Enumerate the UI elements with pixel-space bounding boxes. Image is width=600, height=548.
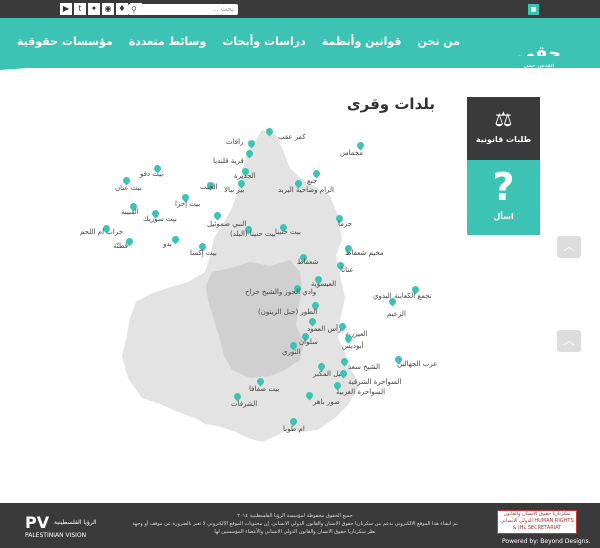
map-pin-icon[interactable] [387, 296, 398, 307]
map-location-label[interactable]: تجمع الكعابنة البدوي [373, 292, 432, 300]
map-location-label[interactable]: النبي صموئيل [207, 220, 246, 228]
nav-menu: من نحن قوانين وأنظمة دراسات وأبحاث وسائط… [17, 35, 460, 48]
jerusalem-map [122, 130, 360, 442]
map-location-label[interactable]: بيت حنينا [275, 228, 301, 236]
nav-item-laws[interactable]: قوانين وأنظمة [322, 35, 402, 48]
map-location-label[interactable]: بدو [163, 240, 172, 248]
map-location-label[interactable]: مخيم شعفاط [345, 249, 384, 257]
map-location-label[interactable]: الثوري [282, 348, 301, 356]
question-icon: ? [492, 165, 515, 209]
map-location-label[interactable]: الرام وضاحية البريد [278, 186, 334, 194]
map-location-label[interactable]: بيت دقو [140, 170, 163, 178]
map-location-label[interactable]: الطور (جبل الزيتون) [258, 308, 317, 316]
map-location-label[interactable]: السواحرة الغربية [336, 388, 385, 396]
map-location-label[interactable]: حزما [338, 220, 352, 228]
map-location-label[interactable]: رأس العمود [307, 325, 341, 333]
map-location-label[interactable]: القبيبة [121, 208, 139, 216]
map-location-label[interactable]: عناتا [341, 266, 354, 274]
rss-icon[interactable]: ◉ [102, 3, 114, 15]
powered-by[interactable]: Powered by: Beyond Designs. [502, 538, 591, 545]
map-location-label[interactable]: بيت إكسا [190, 249, 217, 257]
map-pin-icon[interactable] [244, 148, 255, 159]
map-location-label[interactable]: قطنّة [113, 242, 128, 250]
map-pin-icon[interactable] [339, 356, 350, 367]
map-pin-icon[interactable] [264, 126, 275, 137]
bookmark-icon[interactable]: ♦ [116, 3, 128, 15]
nav-wave [0, 56, 600, 70]
map-location-label[interactable]: الشرفات [231, 400, 257, 408]
map-pin-icon[interactable] [338, 368, 349, 379]
ask-button[interactable]: ? اسأل [467, 160, 540, 235]
ask-label: اسأل [493, 212, 514, 221]
map-location-label[interactable]: بيت حنينا (البلد) [230, 230, 276, 238]
map-location-label[interactable]: قرية قلنديا [213, 157, 244, 165]
map-location-label[interactable]: الجيب [200, 183, 218, 191]
map-pin-icon[interactable] [170, 234, 181, 245]
page-title: بلدات وقرى [346, 95, 435, 113]
palestinian-vision-logo[interactable]: PV الرؤيا الفلسطينية PALESTINIAN VISION [25, 513, 97, 539]
chevron-up-icon: ︿ [563, 240, 575, 253]
map-location-label[interactable]: ام طوبا [283, 425, 305, 433]
search-placeholder: بحث ... [211, 5, 234, 13]
map-location-label[interactable]: بير نبالا [224, 186, 244, 194]
scroll-up-button-2[interactable]: ︿ [557, 330, 581, 352]
map-location-label[interactable]: رافات [226, 138, 243, 146]
copyright: جميع الحقوق محفوظة لمؤسسة الرؤيا الفلسطي… [237, 513, 353, 519]
map-location-label[interactable]: سلوان [299, 338, 318, 346]
map-inner-region [206, 260, 304, 378]
map-pin-icon[interactable] [304, 390, 315, 401]
map-location-label[interactable]: بيت عنان [115, 184, 142, 192]
org-name-en: PALESTINIAN VISION [25, 532, 87, 539]
disclaimer: تم انشاء هذا الموقع الالكتروني بدعم من س… [132, 521, 458, 535]
nav-item-about[interactable]: من نحن [418, 35, 461, 48]
map-location-label[interactable]: وادي الجوز والشيخ جراح [245, 288, 316, 296]
language-toggle[interactable]: ■ [528, 4, 539, 15]
legal-requests-label: طلبات قانونية [475, 135, 532, 144]
twitter-icon[interactable]: ✦ [88, 3, 100, 15]
nav-item-media[interactable]: وسائط متعددة [129, 35, 207, 48]
legal-requests-button[interactable]: ⚖ طلبات قانونية [467, 97, 540, 160]
map-location-label[interactable]: بيت سوريك [143, 215, 177, 223]
search-icon[interactable]: ⚲ [131, 4, 137, 15]
map-location-label[interactable]: بيت إجزا [175, 200, 200, 208]
nav-item-organizations[interactable]: مؤسسات حقوقية [17, 35, 113, 48]
map-location-label[interactable]: شعفاط [297, 258, 318, 266]
map-location-label[interactable]: الشيخ سعد [348, 363, 380, 371]
map-location-label[interactable]: العيسوية [311, 280, 336, 288]
map-location-label[interactable]: كفر عقب [278, 133, 306, 141]
map-location-label[interactable]: خراب ام اللحم [80, 228, 123, 236]
partner-logo[interactable]: سكرتاريا حقوق الانسان والقانون الدولي ال… [497, 510, 577, 534]
tumblr-icon[interactable]: t [74, 3, 86, 15]
search-input[interactable]: ⚲ بحث ... [128, 4, 238, 15]
map-location-label[interactable]: الجديرة [234, 172, 256, 180]
map-location-label[interactable]: الزعيم [387, 310, 406, 318]
map-location-label[interactable]: أبوديس [342, 342, 364, 350]
chevron-up-icon: ︿ [563, 334, 575, 347]
map-location-label[interactable]: مخماس [340, 149, 363, 157]
top-bar: ▶ t ✦ ◉ ♦ f ⚲ بحث ... ■ [0, 0, 600, 18]
map-pin-icon[interactable] [246, 138, 257, 149]
map-location-label[interactable]: صور باهر [313, 398, 340, 406]
youtube-icon[interactable]: ▶ [60, 3, 72, 15]
map-location-label[interactable]: بيت صفافا [249, 385, 279, 393]
pv-mark: PV [25, 513, 50, 532]
footer-text: جميع الحقوق محفوظة لمؤسسة الرؤيا الفلسطي… [130, 512, 460, 536]
map-location-label[interactable]: عرب الجهالين [397, 360, 437, 368]
map-location-label[interactable]: جبع [307, 177, 317, 185]
map-location-label[interactable]: السواحرة الشرقية [348, 378, 401, 386]
scales-icon: ⚖ [494, 107, 513, 131]
nav-item-studies[interactable]: دراسات وأبحاث [222, 35, 305, 48]
scroll-up-button[interactable]: ︿ [557, 236, 581, 258]
org-name-ar: الرؤيا الفلسطينية [54, 519, 97, 526]
